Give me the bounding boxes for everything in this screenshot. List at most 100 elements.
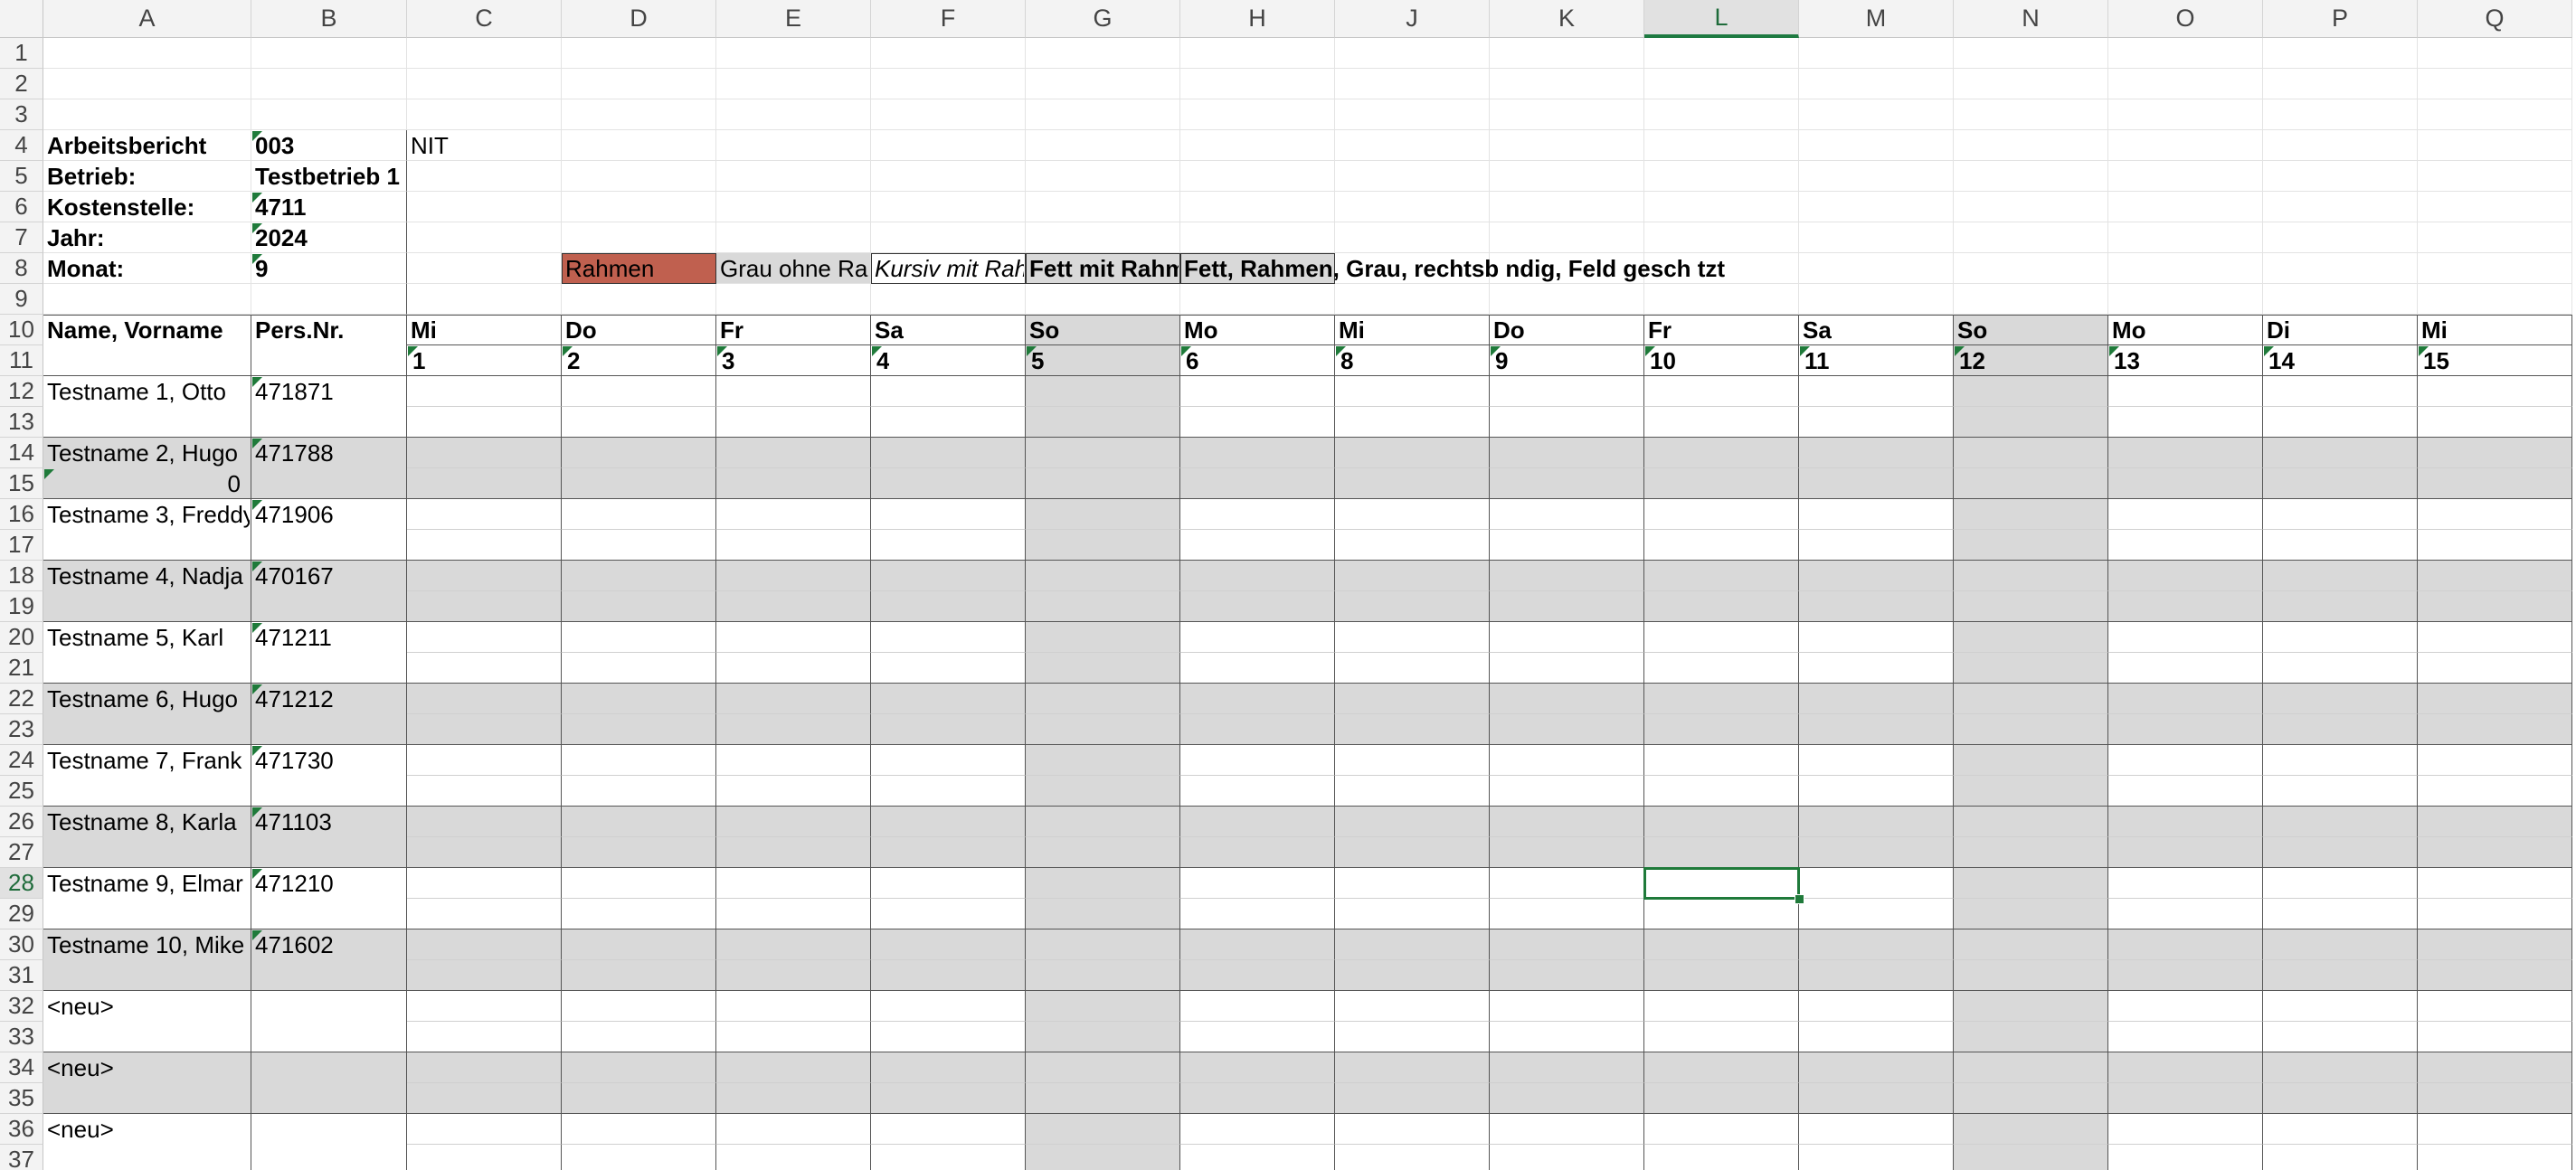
- cell[interactable]: [562, 837, 716, 868]
- cell[interactable]: [251, 1145, 407, 1170]
- cell[interactable]: [2108, 38, 2263, 69]
- cell[interactable]: [716, 745, 871, 776]
- cell[interactable]: [2108, 837, 2263, 868]
- column-header-P[interactable]: P: [2263, 0, 2418, 38]
- cell[interactable]: [2108, 1145, 2263, 1170]
- cell[interactable]: [1490, 69, 1644, 99]
- cell[interactable]: [251, 530, 407, 561]
- cell[interactable]: [1335, 960, 1490, 991]
- cell[interactable]: [1799, 622, 1954, 653]
- cell[interactable]: [43, 345, 251, 376]
- cell[interactable]: [2418, 1052, 2572, 1083]
- cell[interactable]: [43, 776, 251, 807]
- cell[interactable]: [716, 222, 871, 253]
- cell[interactable]: [1954, 407, 2108, 438]
- row-header-36[interactable]: 36: [0, 1114, 43, 1145]
- cell[interactable]: [871, 1145, 1026, 1170]
- cell[interactable]: [1335, 807, 1490, 837]
- cell[interactable]: [716, 684, 871, 714]
- cell[interactable]: [407, 376, 562, 407]
- cell[interactable]: [562, 776, 716, 807]
- cell[interactable]: [2263, 837, 2418, 868]
- row-header-19[interactable]: 19: [0, 591, 43, 622]
- cell[interactable]: [2263, 253, 2418, 284]
- cell[interactable]: [562, 161, 716, 192]
- cell[interactable]: [1490, 38, 1644, 69]
- cell[interactable]: [43, 1083, 251, 1114]
- cell[interactable]: [1490, 899, 1644, 929]
- cell[interactable]: [1799, 745, 1954, 776]
- cell[interactable]: [407, 192, 562, 222]
- cell[interactable]: [1335, 376, 1490, 407]
- cell[interactable]: [1180, 622, 1335, 653]
- cell[interactable]: [562, 530, 716, 561]
- cell[interactable]: [2108, 284, 2263, 315]
- cell[interactable]: [716, 407, 871, 438]
- cell[interactable]: [1799, 253, 1954, 284]
- cell[interactable]: [2263, 622, 2418, 653]
- cell[interactable]: [407, 38, 562, 69]
- cell[interactable]: [43, 407, 251, 438]
- cell[interactable]: [1026, 376, 1180, 407]
- cell[interactable]: [871, 438, 1026, 468]
- cell[interactable]: [1180, 1083, 1335, 1114]
- cell[interactable]: [1799, 561, 1954, 591]
- cell[interactable]: [1644, 561, 1799, 591]
- cell[interactable]: [1644, 591, 1799, 622]
- cell[interactable]: [1335, 684, 1490, 714]
- cell[interactable]: [1180, 837, 1335, 868]
- cell[interactable]: [251, 653, 407, 684]
- cell[interactable]: [1026, 684, 1180, 714]
- row-header-1[interactable]: 1: [0, 38, 43, 69]
- cell[interactable]: [2418, 284, 2572, 315]
- cell[interactable]: [407, 69, 562, 99]
- cell[interactable]: [2418, 561, 2572, 591]
- cell[interactable]: [407, 438, 562, 468]
- cell[interactable]: [1644, 807, 1799, 837]
- cell[interactable]: [251, 38, 407, 69]
- cell[interactable]: [1799, 222, 1954, 253]
- cell[interactable]: [407, 530, 562, 561]
- cell[interactable]: [1799, 161, 1954, 192]
- cell[interactable]: [2108, 929, 2263, 960]
- cell[interactable]: [407, 714, 562, 745]
- cell[interactable]: [251, 345, 407, 376]
- cell[interactable]: [2418, 745, 2572, 776]
- cell[interactable]: [407, 868, 562, 899]
- cell[interactable]: [1644, 468, 1799, 499]
- cell[interactable]: [1026, 653, 1180, 684]
- cell[interactable]: [2108, 376, 2263, 407]
- cell[interactable]: [1490, 561, 1644, 591]
- row-header-35[interactable]: 35: [0, 1083, 43, 1114]
- cell[interactable]: [562, 1145, 716, 1170]
- cell[interactable]: [1490, 192, 1644, 222]
- cell[interactable]: [871, 653, 1026, 684]
- cell[interactable]: [1026, 222, 1180, 253]
- cell[interactable]: [1954, 653, 2108, 684]
- cell[interactable]: [1026, 468, 1180, 499]
- cell[interactable]: [1335, 38, 1490, 69]
- cell[interactable]: [1799, 960, 1954, 991]
- cell[interactable]: [1644, 69, 1799, 99]
- cell[interactable]: [1799, 868, 1954, 899]
- cell[interactable]: [562, 561, 716, 591]
- cell[interactable]: [43, 38, 251, 69]
- cell[interactable]: [1954, 284, 2108, 315]
- cell[interactable]: [2108, 1083, 2263, 1114]
- column-header-C[interactable]: C: [407, 0, 562, 38]
- cell[interactable]: [1799, 99, 1954, 130]
- cell[interactable]: [716, 561, 871, 591]
- column-header-J[interactable]: J: [1335, 0, 1490, 38]
- cell[interactable]: [1180, 714, 1335, 745]
- cell[interactable]: [2263, 1022, 2418, 1052]
- cell[interactable]: [1490, 776, 1644, 807]
- row-header-5[interactable]: 5: [0, 161, 43, 192]
- cell[interactable]: [1799, 1114, 1954, 1145]
- cell[interactable]: [1954, 776, 2108, 807]
- cell[interactable]: [1644, 284, 1799, 315]
- cell[interactable]: [1490, 438, 1644, 468]
- cell[interactable]: [407, 161, 562, 192]
- cell[interactable]: [716, 960, 871, 991]
- cell[interactable]: [1026, 591, 1180, 622]
- cell[interactable]: [2418, 653, 2572, 684]
